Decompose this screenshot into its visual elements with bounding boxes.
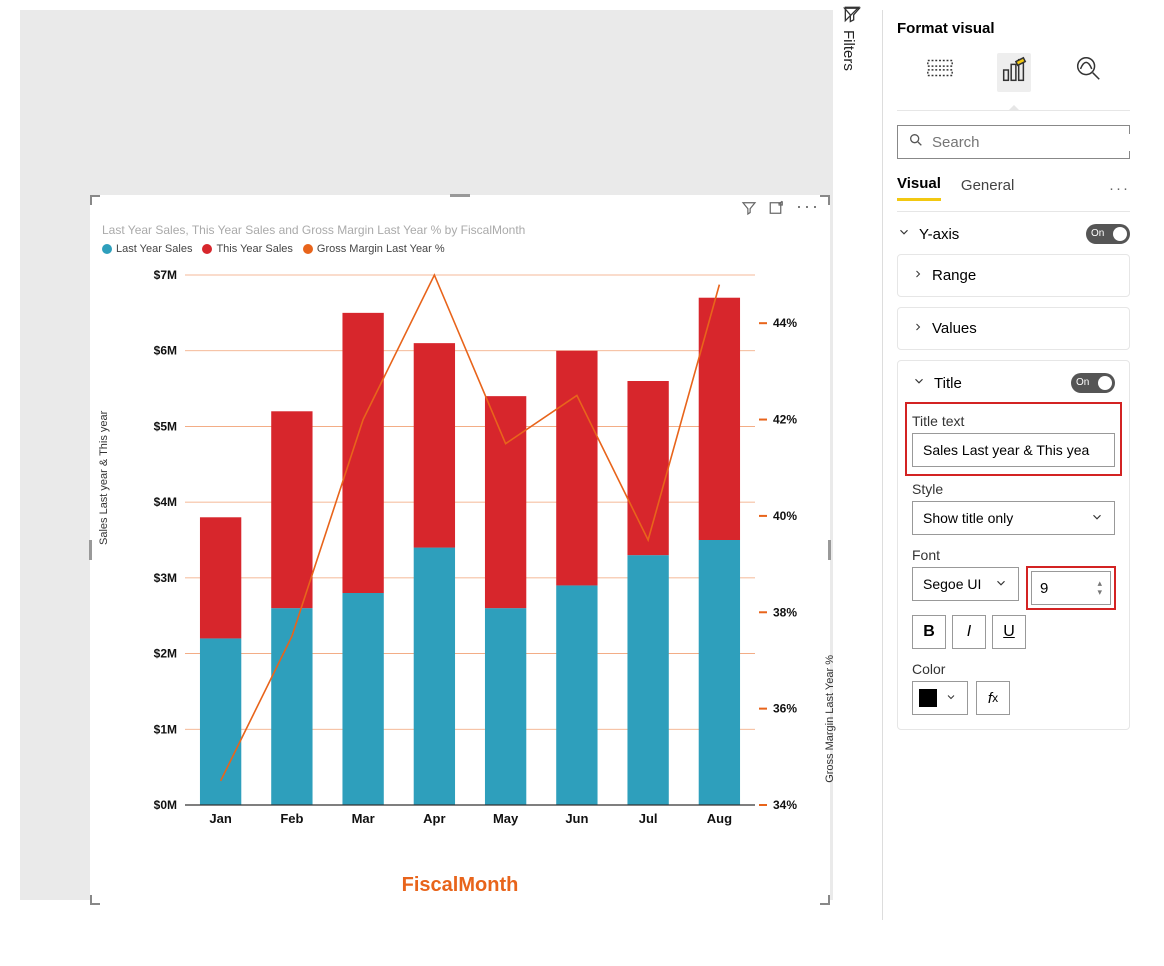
title-toggle[interactable]: On (1071, 373, 1115, 393)
font-family-select[interactable]: Segoe UI (912, 567, 1019, 601)
bold-button[interactable]: B (912, 615, 946, 649)
tab-general[interactable]: General (961, 177, 1014, 200)
color-label: Color (912, 661, 1115, 677)
build-visual-icon[interactable] (925, 53, 955, 92)
title-section-label[interactable]: Title (934, 375, 962, 392)
title-text-label: Title text (912, 413, 1115, 429)
range-label: Range (932, 267, 976, 284)
chart-plot-area: $0M $1M $2M $3M $4M $5M $6M $7M 34% 36% 38% 40% 42% 4… (130, 265, 810, 845)
resize-handle-right[interactable] (828, 540, 831, 560)
svg-text:$7M: $7M (154, 268, 177, 282)
chevron-right-icon (912, 320, 924, 337)
chevron-down-icon[interactable] (912, 374, 926, 392)
chevron-down-icon (994, 576, 1008, 593)
chevron-down-icon[interactable] (897, 225, 911, 243)
filters-pane-label[interactable]: Filters (840, 20, 857, 71)
svg-text:Mar: Mar (352, 811, 375, 826)
search-input[interactable] (932, 134, 1131, 151)
legend-item-this-year: This Year Sales (216, 243, 292, 255)
resize-handle-tl[interactable] (90, 195, 100, 205)
tabs-more-icon[interactable]: ··· (1109, 180, 1130, 197)
y-axis-left-label: Sales Last year & This year (98, 411, 110, 545)
svg-text:40%: 40% (773, 509, 797, 523)
style-select[interactable]: Show title only (912, 501, 1115, 535)
svg-text:$3M: $3M (154, 571, 177, 585)
resize-handle-left[interactable] (89, 540, 92, 560)
chevron-down-icon (1090, 510, 1104, 527)
chevron-down-icon (945, 690, 957, 707)
svg-text:34%: 34% (773, 798, 797, 812)
stepper-down-icon[interactable]: ▾ (1097, 588, 1102, 597)
color-swatch (919, 689, 937, 707)
svg-text:Feb: Feb (280, 811, 303, 826)
color-picker[interactable] (912, 681, 968, 715)
tab-visual[interactable]: Visual (897, 175, 941, 201)
values-label: Values (932, 320, 977, 337)
svg-text:$2M: $2M (154, 647, 177, 661)
svg-text:Jan: Jan (209, 811, 231, 826)
chart-legend: Last Year Sales This Year Sales Gross Ma… (102, 243, 445, 255)
italic-button[interactable]: I (952, 615, 986, 649)
svg-text:36%: 36% (773, 702, 797, 716)
analytics-icon[interactable] (1073, 53, 1103, 92)
svg-text:Apr: Apr (423, 811, 445, 826)
yaxis-section-label[interactable]: Y-axis (919, 226, 959, 243)
pane-title: Format visual (897, 20, 1130, 37)
svg-text:38%: 38% (773, 605, 797, 619)
underline-button[interactable]: U (992, 615, 1026, 649)
chart-title: Last Year Sales, This Year Sales and Gro… (102, 223, 525, 237)
svg-text:42%: 42% (773, 413, 797, 427)
x-axis-label: FiscalMonth (90, 874, 830, 897)
legend-item-last-year: Last Year Sales (116, 243, 192, 255)
search-input-container[interactable] (897, 125, 1130, 159)
svg-text:$6M: $6M (154, 344, 177, 358)
filter-icon[interactable] (740, 199, 758, 222)
svg-text:May: May (493, 811, 519, 826)
resize-handle-top[interactable] (450, 194, 470, 197)
format-visual-pane: Format visual Visual General ··· Y-axis … (882, 10, 1144, 920)
resize-handle-tr[interactable] (820, 195, 830, 205)
yaxis-toggle[interactable]: On (1086, 224, 1130, 244)
focus-mode-icon[interactable] (768, 199, 786, 222)
legend-item-margin: Gross Margin Last Year % (317, 243, 445, 255)
svg-text:Aug: Aug (707, 811, 732, 826)
svg-text:$5M: $5M (154, 419, 177, 433)
svg-text:Jun: Jun (565, 811, 588, 826)
more-options-icon[interactable]: ··· (796, 199, 820, 222)
range-card[interactable]: Range (897, 254, 1130, 297)
format-visual-icon[interactable] (997, 53, 1031, 92)
title-text-input[interactable]: Sales Last year & This yea (912, 433, 1115, 467)
chart-visual[interactable]: ··· Last Year Sales, This Year Sales and… (90, 195, 830, 905)
style-label: Style (912, 481, 1115, 497)
fx-button[interactable]: fx (976, 681, 1010, 715)
chevron-right-icon (912, 267, 924, 284)
svg-text:44%: 44% (773, 316, 797, 330)
svg-text:$1M: $1M (154, 722, 177, 736)
report-canvas: ··· Last Year Sales, This Year Sales and… (20, 10, 833, 900)
search-icon (908, 132, 924, 153)
svg-text:$4M: $4M (154, 495, 177, 509)
svg-text:Jul: Jul (639, 811, 658, 826)
svg-text:$0M: $0M (154, 798, 177, 812)
y-axis-right-label: Gross Margin Last Year % (824, 655, 836, 783)
values-card[interactable]: Values (897, 307, 1130, 350)
font-label: Font (912, 547, 1115, 563)
font-size-input[interactable]: 9 ▴▾ (1031, 571, 1111, 605)
